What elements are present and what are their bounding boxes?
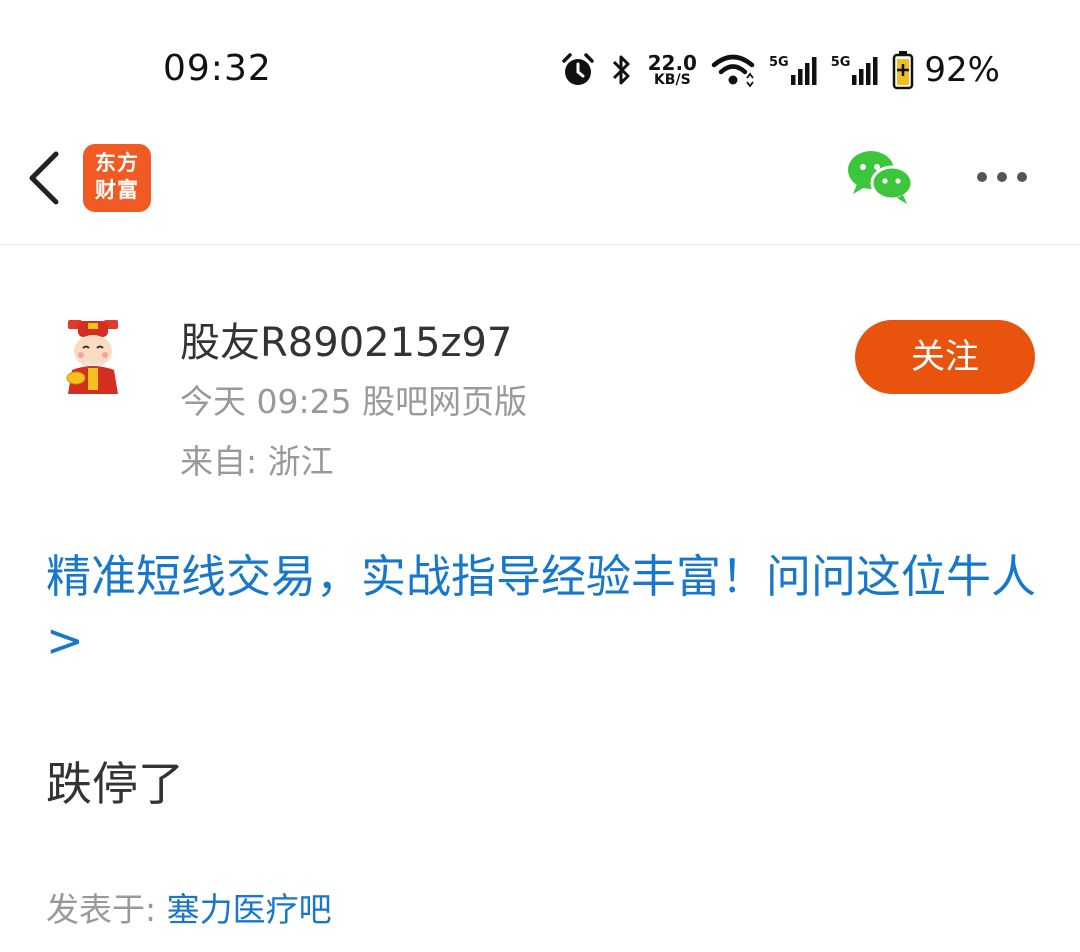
signal-bars-icon xyxy=(790,57,817,85)
sim1-signal: 5G xyxy=(769,55,817,85)
status-bar: 09:32 22.0 KB/S 5G 5G 92% xyxy=(0,0,1080,130)
logo-line1: 东方 xyxy=(95,151,139,175)
wechat-share-button[interactable] xyxy=(845,148,915,206)
status-time: 09:32 xyxy=(163,48,272,89)
post-time: 今天 09:25 股吧网页版 xyxy=(180,382,528,421)
sim2-signal: 5G xyxy=(831,55,879,85)
net-speed-unit: KB/S xyxy=(653,72,691,88)
sim2-label: 5G xyxy=(830,55,851,70)
signal-bars-icon xyxy=(852,57,878,85)
post-body: 跌停了 xyxy=(46,757,184,811)
more-dots-icon xyxy=(977,172,1027,182)
battery-icon xyxy=(893,51,914,90)
bluetooth-icon xyxy=(612,55,630,85)
chevron-left-icon xyxy=(29,151,59,205)
status-icons: 22.0 KB/S 5G 5G 92% xyxy=(560,44,1000,96)
app-logo: 东方 财富 xyxy=(83,144,151,212)
posted-in-label: 发表于: xyxy=(46,890,167,929)
logo-line2: 财富 xyxy=(95,178,139,202)
wifi-icon xyxy=(711,54,755,88)
board-link[interactable]: 塞力医疗吧 xyxy=(167,890,332,929)
alarm-icon xyxy=(561,53,594,85)
net-speed: 22.0 KB/S xyxy=(648,53,697,87)
avatar[interactable] xyxy=(58,318,128,396)
net-speed-value: 22.0 xyxy=(647,51,697,75)
follow-button[interactable]: 关注 xyxy=(855,320,1035,394)
back-button[interactable] xyxy=(20,148,68,208)
sim1-label: 5G xyxy=(768,55,789,70)
author-location: 来自: 浙江 xyxy=(180,442,334,481)
battery-percent: 92% xyxy=(924,50,1000,90)
fortune-god-avatar-icon xyxy=(66,320,118,394)
posted-in: 发表于: 塞力医疗吧 xyxy=(46,883,332,931)
more-options-button[interactable] xyxy=(970,162,1034,192)
wechat-icon xyxy=(848,151,914,204)
nav-bar: 东方 财富 xyxy=(0,130,1080,245)
promo-link[interactable]: 精准短线交易，实战指导经验丰富！问问这位牛人> xyxy=(46,545,1036,673)
author-username[interactable]: 股友R890215z97 xyxy=(180,310,512,368)
